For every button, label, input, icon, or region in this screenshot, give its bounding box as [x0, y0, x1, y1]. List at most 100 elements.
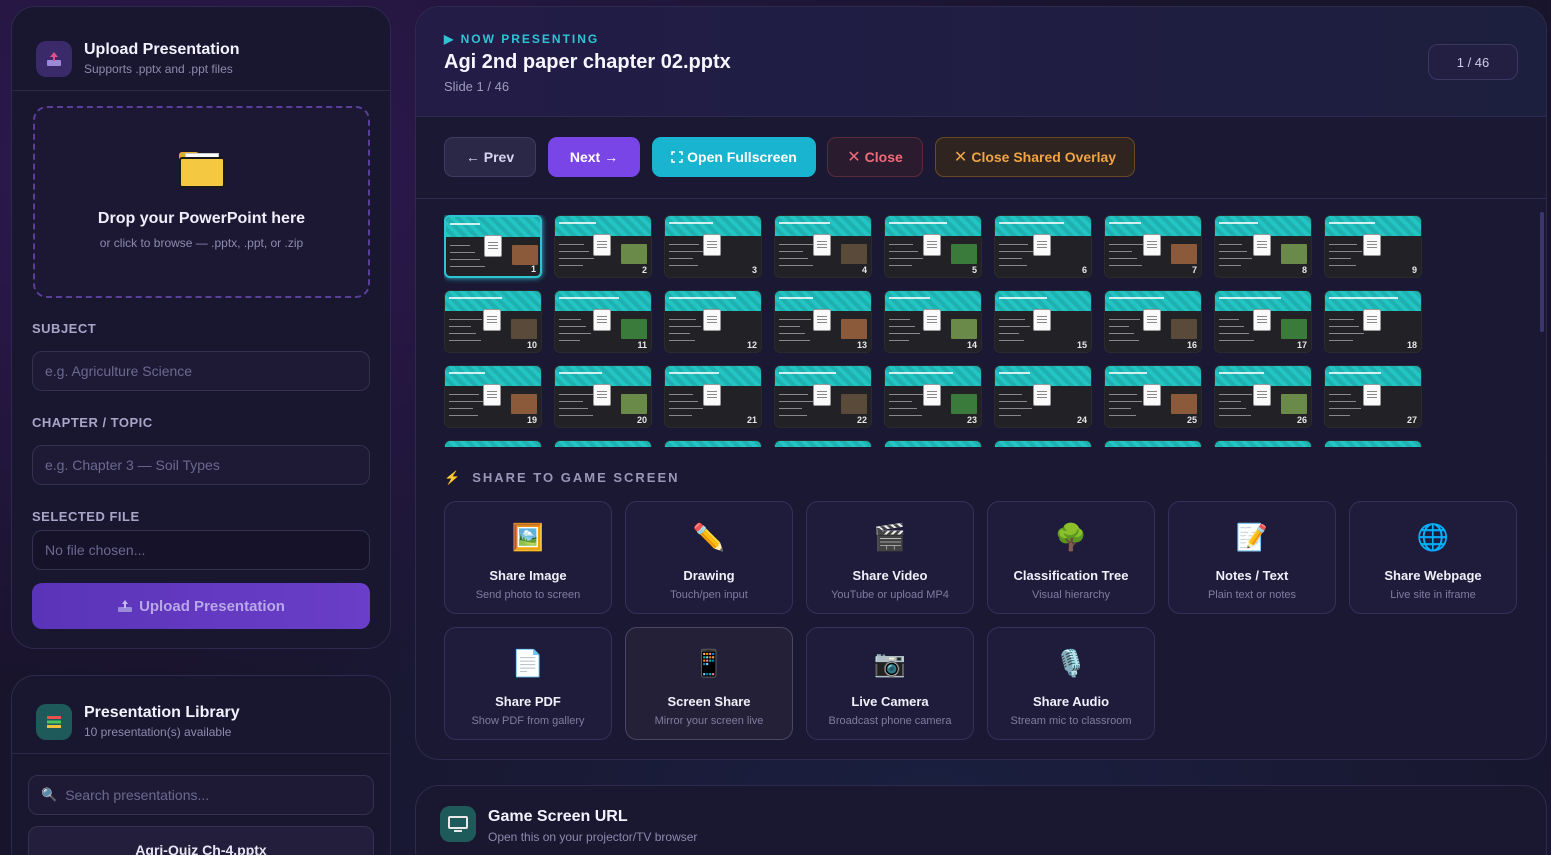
close-button[interactable]: ✕ Close [827, 137, 923, 177]
slide-thumbnail[interactable]: 14 [884, 290, 982, 353]
slide-thumbnail[interactable]: 26 [1214, 365, 1312, 428]
slide-number: 8 [1301, 265, 1307, 275]
slide-thumbnail[interactable]: 17 [1214, 290, 1312, 353]
slide-thumbnail[interactable]: 27 [1324, 365, 1422, 428]
slide-thumbnail[interactable] [994, 440, 1092, 447]
presenter-header: ▶ NOW PRESENTING Agi 2nd paper chapter 0… [416, 7, 1546, 117]
slide-thumbnail[interactable] [884, 440, 982, 447]
slide-thumbnail[interactable]: 15 [994, 290, 1092, 353]
share-card-classification-tree[interactable]: 🌳 Classification Tree Visual hierarchy [987, 501, 1155, 614]
slide-thumbnail[interactable] [1104, 440, 1202, 447]
slide-thumbnail[interactable]: 25 [1104, 365, 1202, 428]
slide-number: 25 [1186, 415, 1197, 425]
slide-number: 20 [636, 415, 647, 425]
share-card-share-video[interactable]: 🎬 Share Video YouTube or upload MP4 [806, 501, 974, 614]
share-card-title: Screen Share [667, 694, 751, 709]
slide-thumbnail[interactable] [444, 440, 542, 447]
slide-thumbnail[interactable]: 13 [774, 290, 872, 353]
slide-thumbnail[interactable] [1214, 440, 1312, 447]
share-card-title: Share PDF [495, 694, 561, 709]
document-icon [484, 235, 502, 257]
game-screen-subtitle: Open this on your projector/TV browser [488, 830, 698, 844]
slide-thumbnail[interactable]: 22 [774, 365, 872, 428]
share-card-live-camera[interactable]: 📷 Live Camera Broadcast phone camera [806, 627, 974, 740]
share-card-title: Share Webpage [1384, 568, 1482, 583]
slide-number: 23 [966, 415, 977, 425]
share-card-subtitle: Live site in iframe [1390, 589, 1476, 601]
chapter-input[interactable]: e.g. Chapter 3 — Soil Types [32, 445, 370, 485]
slide-thumbnail[interactable]: 20 [554, 365, 652, 428]
library-subtitle: 10 presentation(s) available [84, 725, 232, 739]
slide-thumbnail[interactable]: 4 [774, 215, 872, 278]
file-dropzone[interactable]: Drop your PowerPoint here or click to br… [33, 106, 370, 298]
document-icon [1253, 234, 1271, 256]
slide-thumbnail[interactable]: 23 [884, 365, 982, 428]
slide-thumbnail[interactable]: 19 [444, 365, 542, 428]
library-title: Presentation Library [84, 704, 240, 721]
slide-thumbnail[interactable]: 5 [884, 215, 982, 278]
next-button[interactable]: Next → [548, 137, 640, 177]
slide-thumbnail[interactable]: 12 [664, 290, 762, 353]
slide-number: 7 [1191, 265, 1197, 275]
slide-thumbnail[interactable]: 10 [444, 290, 542, 353]
fullscreen-label: Open Fullscreen [687, 149, 797, 165]
share-card-share-pdf[interactable]: 📄 Share PDF Show PDF from gallery [444, 627, 612, 740]
subject-label: SUBJECT [32, 321, 97, 336]
slide-thumbnail[interactable]: 6 [994, 215, 1092, 278]
document-icon [1033, 384, 1051, 406]
slide-thumbnail[interactable]: 2 [554, 215, 652, 278]
slide-thumbnail[interactable] [664, 440, 762, 447]
slide-thumbnail[interactable]: 1 [444, 215, 542, 278]
slide-thumbnail[interactable] [774, 440, 872, 447]
share-card-share-audio[interactable]: 🎙️ Share Audio Stream mic to classroom [987, 627, 1155, 740]
pdf-icon: 📄 [511, 648, 545, 678]
slide-number: 4 [861, 265, 867, 275]
share-card-title: Drawing [683, 568, 735, 583]
share-card-subtitle: YouTube or upload MP4 [831, 589, 949, 601]
library-item[interactable]: Agri-Quiz Ch-4.pptx [28, 826, 374, 855]
slide-number: 24 [1076, 415, 1087, 425]
library-header: Presentation Library 10 presentation(s) … [12, 676, 390, 754]
clapper-icon: 🎬 [873, 522, 907, 552]
slide-number: 18 [1406, 340, 1417, 350]
share-card-screen-share[interactable]: 📱 Screen Share Mirror your screen live [625, 627, 793, 740]
upload-header: Upload Presentation Supports .pptx and .… [12, 7, 390, 91]
slide-thumbnail[interactable]: 8 [1214, 215, 1312, 278]
slide-thumbnail[interactable]: 16 [1104, 290, 1202, 353]
slide-thumbnail[interactable]: 3 [664, 215, 762, 278]
close-overlay-button[interactable]: ✕ Close Shared Overlay [935, 137, 1135, 177]
document-icon [483, 309, 501, 331]
slide-controls: ← Prev Next → Open Fullscreen ✕ Close ✕ … [416, 117, 1546, 199]
upload-panel: Upload Presentation Supports .pptx and .… [11, 6, 391, 649]
slide-thumbnail[interactable] [1324, 440, 1422, 447]
share-card-notes-text[interactable]: 📝 Notes / Text Plain text or notes [1168, 501, 1336, 614]
share-card-share-webpage[interactable]: 🌐 Share Webpage Live site in iframe [1349, 501, 1517, 614]
slide-thumbnail[interactable]: 24 [994, 365, 1092, 428]
slide-thumbnail[interactable]: 21 [664, 365, 762, 428]
slide-thumbnail[interactable]: 7 [1104, 215, 1202, 278]
dropzone-subtitle: or click to browse — .pptx, .ppt, or .zi… [99, 236, 304, 250]
subject-input[interactable]: e.g. Agriculture Science [32, 351, 370, 391]
share-card-drawing[interactable]: ✏️ Drawing Touch/pen input [625, 501, 793, 614]
thumbnail-scrollbar[interactable] [1540, 212, 1544, 332]
upload-button[interactable]: Upload Presentation [32, 583, 370, 629]
prev-button[interactable]: ← Prev [444, 137, 536, 177]
share-card-title: Share Video [852, 568, 928, 583]
slide-number: 16 [1186, 340, 1197, 350]
fullscreen-button[interactable]: Open Fullscreen [652, 137, 816, 177]
document-icon [813, 384, 831, 406]
slide-thumbnail[interactable]: 11 [554, 290, 652, 353]
selected-file-label: SELECTED FILE [32, 509, 140, 524]
share-card-subtitle: Broadcast phone camera [828, 715, 952, 727]
share-card-subtitle: Send photo to screen [475, 589, 581, 601]
slide-thumbnail[interactable]: 18 [1324, 290, 1422, 353]
share-card-share-image[interactable]: 🖼️ Share Image Send photo to screen [444, 501, 612, 614]
library-search-input[interactable]: 🔍 Search presentations... [28, 775, 374, 815]
presenter-panel: ▶ NOW PRESENTING Agi 2nd paper chapter 0… [415, 6, 1547, 760]
upload-button-icon [118, 600, 133, 612]
upload-button-label: Upload Presentation [139, 597, 285, 615]
slide-thumbnail[interactable] [554, 440, 652, 447]
slide-thumbnail[interactable]: 9 [1324, 215, 1422, 278]
fullscreen-icon [671, 151, 683, 163]
slide-number: 26 [1296, 415, 1307, 425]
